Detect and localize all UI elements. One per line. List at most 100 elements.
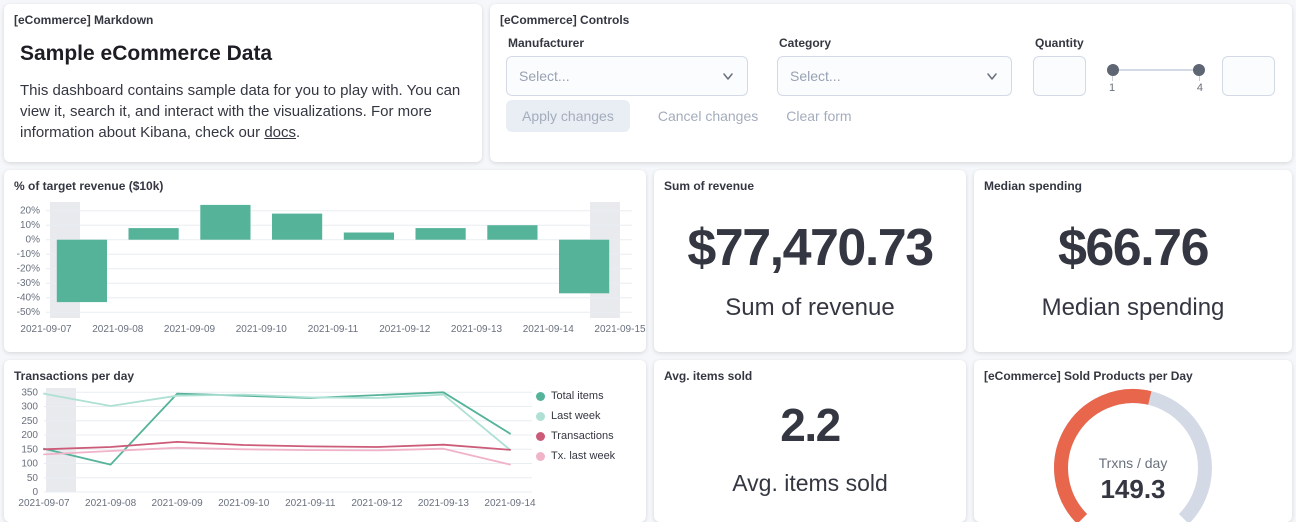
chevron-down-icon — [721, 69, 735, 83]
panel-sold-products-per-day: [eCommerce] Sold Products per Day Trxns … — [974, 360, 1292, 522]
svg-text:2021-09-12: 2021-09-12 — [379, 324, 431, 335]
panel-title-controls: [eCommerce] Controls — [500, 13, 629, 27]
svg-text:200: 200 — [21, 430, 38, 441]
chevron-down-icon — [985, 69, 999, 83]
quantity-min-input[interactable] — [1033, 56, 1086, 96]
manufacturer-label: Manufacturer — [508, 36, 584, 50]
gauge[interactable]: Trxns / day 149.3 — [1033, 366, 1233, 522]
svg-text:-40%: -40% — [17, 293, 40, 304]
category-select[interactable]: Select... — [777, 56, 1012, 96]
metric-body: $77,470.73 Sum of revenue — [654, 170, 966, 352]
clear-form-button[interactable]: Clear form — [786, 108, 851, 124]
cancel-changes-button[interactable]: Cancel changes — [658, 108, 758, 124]
panel-target-revenue: % of target revenue ($10k) 20% 10% 0% -10% -… — [4, 170, 646, 352]
legend-label: Total items — [551, 390, 604, 402]
svg-text:250: 250 — [21, 416, 38, 427]
gauge-value: 149.3 — [1033, 474, 1233, 504]
legend-dot-icon — [536, 452, 545, 461]
slider-handle-max[interactable] — [1193, 64, 1205, 76]
svg-text:0: 0 — [32, 487, 38, 498]
svg-text:10%: 10% — [20, 220, 40, 231]
svg-text:2021-09-14: 2021-09-14 — [484, 498, 536, 509]
slider-track[interactable] — [1107, 69, 1205, 71]
metric-value: $77,470.73 — [687, 218, 932, 278]
panel-title-target-revenue: % of target revenue ($10k) — [14, 179, 163, 193]
panel-median-spending: Median spending $66.76 Median spending — [974, 170, 1292, 352]
svg-text:350: 350 — [21, 387, 38, 398]
slider-tick-max — [1199, 76, 1200, 81]
panel-avg-items-sold: Avg. items sold 2.2 Avg. items sold — [654, 360, 966, 522]
svg-text:2021-09-11: 2021-09-11 — [308, 324, 359, 335]
legend-item[interactable]: Transactions — [536, 430, 615, 442]
gauge-text: Trxns / day 149.3 — [1033, 454, 1233, 504]
legend-dot-icon — [536, 412, 545, 421]
markdown-body-text: This dashboard contains sample data for … — [20, 82, 460, 141]
svg-text:0%: 0% — [26, 235, 41, 246]
slider-max-label: 4 — [1197, 82, 1203, 94]
metric-label: Median spending — [1042, 294, 1225, 322]
slider-handle-min[interactable] — [1107, 64, 1119, 76]
legend-label: Transactions — [551, 430, 614, 442]
svg-text:2021-09-09: 2021-09-09 — [164, 324, 216, 335]
legend-item[interactable]: Tx. last week — [536, 450, 615, 462]
svg-text:300: 300 — [21, 402, 38, 413]
transactions-legend: Total items Last week Transactions Tx. last… — [536, 390, 615, 462]
legend-dot-icon — [536, 392, 545, 401]
svg-text:2021-09-07: 2021-09-07 — [20, 324, 72, 335]
category-label: Category — [779, 36, 831, 50]
metric-label: Sum of revenue — [725, 294, 894, 322]
manufacturer-select[interactable]: Select... — [506, 56, 748, 96]
panel-title-markdown: [eCommerce] Markdown — [14, 13, 153, 27]
panel-sum-of-revenue: Sum of revenue $77,470.73 Sum of revenue — [654, 170, 966, 352]
svg-text:-30%: -30% — [17, 278, 40, 289]
legend-label: Last week — [551, 410, 601, 422]
svg-text:-20%: -20% — [17, 264, 40, 275]
svg-text:2021-09-13: 2021-09-13 — [418, 498, 470, 509]
markdown-body: This dashboard contains sample data for … — [20, 80, 468, 143]
panel-transactions-per-day: Transactions per day 350 300 250 200 150 100 5… — [4, 360, 646, 522]
quantity-max-input[interactable] — [1222, 56, 1275, 96]
panel-markdown: [eCommerce] Markdown Sample eCommerce Da… — [4, 4, 482, 162]
legend-dot-icon — [536, 432, 545, 441]
legend-item[interactable]: Last week — [536, 410, 615, 422]
svg-text:2021-09-07: 2021-09-07 — [18, 498, 70, 509]
gauge-label: Trxns / day — [1033, 454, 1233, 472]
svg-text:2021-09-12: 2021-09-12 — [351, 498, 403, 509]
panel-controls: [eCommerce] Controls Manufacturer Select… — [490, 4, 1292, 162]
metric-label: Avg. items sold — [732, 470, 888, 497]
metric-body: $66.76 Median spending — [974, 170, 1292, 352]
svg-text:2021-09-09: 2021-09-09 — [152, 498, 204, 509]
metric-value: $66.76 — [1058, 218, 1208, 278]
markdown-body-period: . — [296, 124, 300, 141]
svg-text:100: 100 — [21, 459, 38, 470]
metric-body: 2.2 Avg. items sold — [654, 360, 966, 522]
svg-text:2021-09-08: 2021-09-08 — [85, 498, 137, 509]
docs-link[interactable]: docs — [264, 124, 296, 141]
target-revenue-chart[interactable]: 20% 10% 0% -10% -20% -30% -40% -50% 2021-09-07 20… — [4, 196, 646, 346]
svg-text:2021-09-14: 2021-09-14 — [523, 324, 575, 335]
panel-title-transactions: Transactions per day — [14, 369, 134, 383]
svg-text:2021-09-11: 2021-09-11 — [285, 498, 336, 509]
svg-text:-50%: -50% — [17, 307, 40, 318]
apply-changes-button[interactable]: Apply changes — [506, 100, 630, 132]
svg-text:150: 150 — [21, 444, 38, 455]
quantity-label: Quantity — [1035, 36, 1084, 50]
legend-label: Tx. last week — [551, 450, 615, 462]
slider-tick-min — [1112, 76, 1113, 81]
svg-text:-10%: -10% — [17, 249, 40, 260]
legend-item[interactable]: Total items — [536, 390, 615, 402]
markdown-heading: Sample eCommerce Data — [20, 42, 272, 66]
svg-text:2021-09-13: 2021-09-13 — [451, 324, 503, 335]
controls-buttons-row: Apply changes Cancel changes Clear form — [506, 100, 852, 132]
transactions-chart[interactable]: 350 300 250 200 150 100 50 02021-09-07 2021-09-0… — [4, 382, 538, 512]
manufacturer-placeholder: Select... — [519, 68, 570, 84]
svg-text:50: 50 — [27, 473, 39, 484]
metric-value: 2.2 — [780, 398, 839, 452]
slider-min-label: 1 — [1109, 82, 1115, 94]
svg-text:2021-09-10: 2021-09-10 — [236, 324, 288, 335]
category-placeholder: Select... — [790, 68, 841, 84]
quantity-slider[interactable]: 1 4 — [1107, 56, 1205, 96]
svg-text:2021-09-08: 2021-09-08 — [92, 324, 144, 335]
svg-text:2021-09-15: 2021-09-15 — [594, 324, 646, 335]
svg-text:20%: 20% — [20, 206, 40, 217]
